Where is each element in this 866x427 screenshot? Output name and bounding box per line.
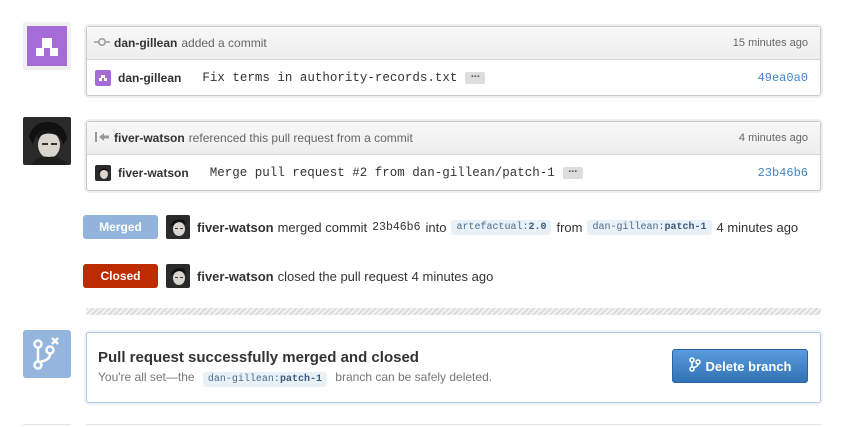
commit-sha-link[interactable]: 49ea0a0 [758,71,808,85]
into-text: into [425,219,447,235]
bottom-divider-left [23,424,71,425]
expand-message-button[interactable]: … [465,70,486,84]
merge-status-text-after: branch can be safely deleted. [335,370,493,384]
expand-message-button[interactable]: … [562,165,583,179]
event-actor-link[interactable]: dan-gillean [114,36,177,50]
avatar-dan-gillean[interactable] [23,22,71,70]
commit-author-link[interactable]: fiver-watson [118,166,189,180]
commit-message-link[interactable]: Fix terms in authority-records.txt [202,71,457,85]
reference-arrow-icon [94,131,110,146]
merge-status-box: Pull request successfully merged and clo… [86,332,821,403]
deletable-branch-label[interactable]: dan-gillean:patch-1 [202,372,327,387]
event-action-text: added a commit [181,36,267,50]
merged-text: merged commit [277,219,368,235]
merge-status-title: Pull request successfully merged and clo… [98,349,419,366]
commit-row: dan-gillean Fix terms in authority-recor… [87,60,820,95]
avatar-fiver-watson-small[interactable] [166,215,190,239]
merged-event: Merged fiver-watson merged commit 23b46b… [83,215,798,239]
timeline-divider [86,308,821,315]
head-branch-name: patch-1 [664,221,707,233]
event-timestamp[interactable]: 4 minutes ago [739,132,808,144]
from-text: from [556,219,583,235]
event-actor-link[interactable]: fiver-watson [197,269,274,284]
avatar-dan-gillean-small[interactable] [95,69,111,86]
git-commit-icon [94,36,110,50]
reference-event-card: fiver-watson referenced this pull reques… [86,121,821,191]
head-repo-name: dan-gillean: [592,221,665,233]
avatar-fiver-watson-small[interactable] [95,164,111,181]
commit-message-link[interactable]: Merge pull request #2 from dan-gillean/p… [210,166,555,180]
merge-status-subtitle: You're all set—the dan-gillean:patch-1 b… [98,370,492,387]
commit-event-card: dan-gillean added a commit 15 minutes ag… [86,26,821,96]
merge-commit-sha-link[interactable]: 23b46b6 [372,221,420,234]
git-merge-icon [23,330,71,378]
closed-event: Closed fiver-watson closed the pull requ… [83,264,493,288]
avatar-fiver-watson-small[interactable] [166,264,190,288]
base-repo-name: artefactual: [456,221,529,233]
event-actor-link[interactable]: fiver-watson [114,131,185,145]
head-branch-label[interactable]: dan-gillean:patch-1 [587,219,712,235]
bottom-divider [86,424,821,425]
commit-author-link[interactable]: dan-gillean [118,71,181,85]
avatar-fiver-watson[interactable] [23,117,71,165]
git-branch-icon [688,357,706,375]
event-action-text: referenced this pull request from a comm… [188,131,413,145]
branch-name: patch-1 [279,374,322,385]
commit-sha-link[interactable]: 23b46b6 [758,166,808,180]
event-timestamp[interactable]: 4 minutes ago [412,269,494,284]
merged-badge: Merged [83,215,158,239]
closed-badge: Closed [83,264,158,288]
event-timestamp[interactable]: 15 minutes ago [733,37,808,49]
merge-status-text-before: You're all set—the [98,370,195,384]
event-timestamp[interactable]: 4 minutes ago [717,220,799,235]
commit-event-header: dan-gillean added a commit 15 minutes ag… [87,27,820,60]
base-branch-label[interactable]: artefactual:2.0 [451,219,552,235]
reference-event-header: fiver-watson referenced this pull reques… [87,122,820,155]
base-branch-name: 2.0 [528,221,547,233]
delete-branch-button[interactable]: Delete branch [672,349,808,383]
delete-branch-label: Delete branch [705,358,792,374]
closed-text: closed the pull request [277,268,408,284]
commit-row: fiver-watson Merge pull request #2 from … [87,155,820,190]
branch-repo-name: dan-gillean: [207,374,280,385]
event-actor-link[interactable]: fiver-watson [197,220,274,235]
